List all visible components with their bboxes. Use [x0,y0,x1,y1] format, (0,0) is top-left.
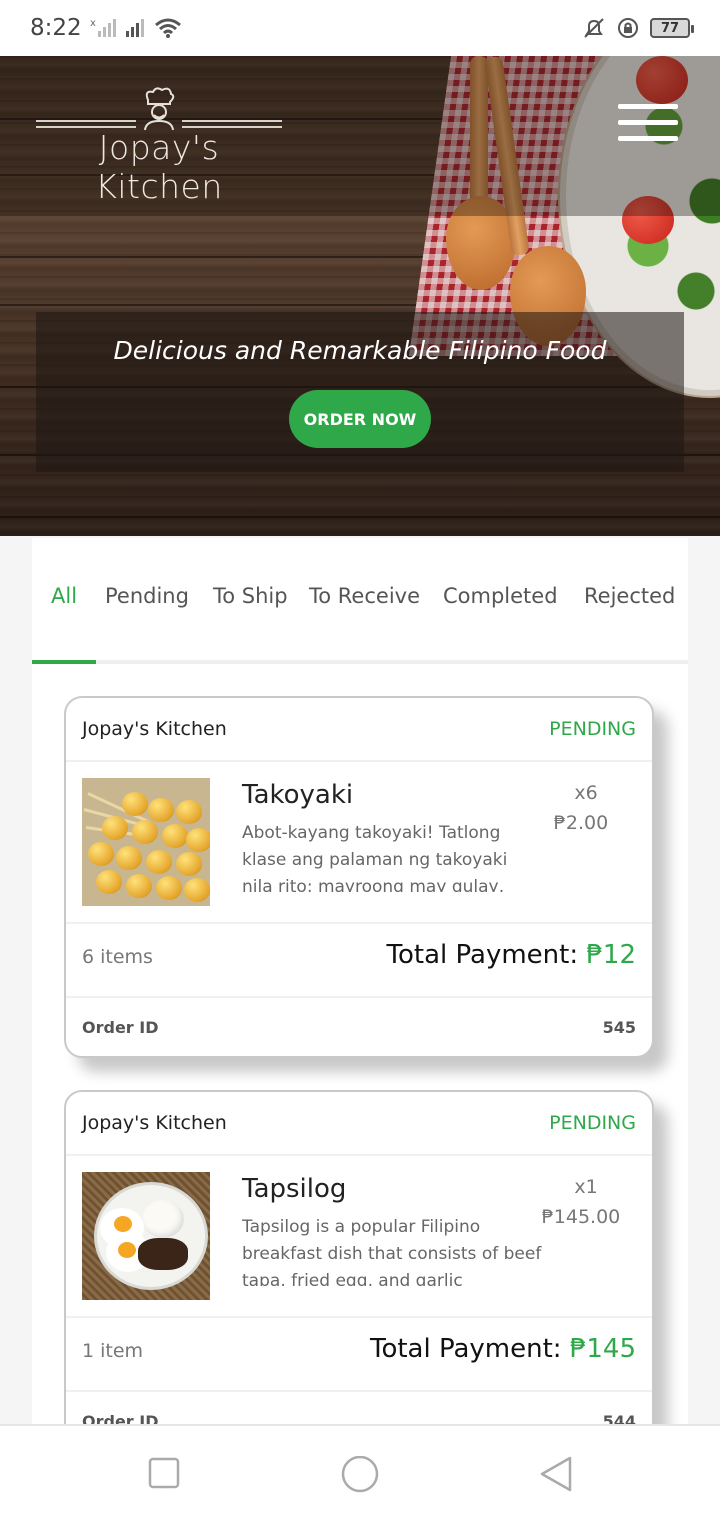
order-status-tabs: All Pending To Ship To Receive Completed… [32,538,688,664]
order-summary: 1 item Total Payment: ₱145 [66,1318,652,1392]
recent-apps-icon[interactable] [148,1456,180,1490]
promo-banner: Delicious and Remarkable Filipino Food O… [36,312,684,472]
product-quantity: x6 [574,782,598,804]
tab-pending[interactable]: Pending [105,584,189,608]
product-price: ₱2.00 [553,812,609,834]
total-payment-amount: ₱12 [586,940,636,970]
hamburger-icon[interactable] [618,104,678,144]
status-badge: PENDING [549,718,636,740]
product-image [82,778,210,906]
lock-rotation-icon [618,18,638,38]
product-image [82,1172,210,1300]
order-item[interactable]: Takoyaki Abot-kayang takoyaki! Tatlong k… [66,762,652,924]
status-bar: 8:22 x 77 [0,0,720,56]
shop-name: Jopay's Kitchen [82,1112,227,1134]
signal-off-icon: x [90,18,116,37]
total-payment-label: Total Payment: [386,940,579,970]
back-icon[interactable] [538,1456,574,1494]
chef-icon [144,87,175,130]
order-card[interactable]: Jopay's Kitchen PENDING Takoyaki Abot-ka… [64,696,654,1058]
status-right-icons: 77 [582,16,694,40]
order-summary: 6 items Total Payment: ₱12 [66,924,652,998]
order-id-value: 545 [602,1018,636,1037]
order-now-button[interactable]: ORDER NOW [289,390,431,448]
shop-name: Jopay's Kitchen [82,718,227,740]
items-count: 6 items [82,946,153,968]
tab-rejected[interactable]: Rejected [584,584,675,608]
items-count: 1 item [82,1340,144,1362]
product-price: ₱145.00 [541,1206,621,1228]
order-id-row: Order ID 545 [66,998,652,1056]
order-card[interactable]: Jopay's Kitchen PENDING Tapsilog Tapsilo… [64,1090,654,1452]
total-payment: Total Payment: ₱12 [387,940,636,970]
tab-to-ship[interactable]: To Ship [213,584,288,608]
product-name: Tapsilog [242,1174,347,1204]
order-item[interactable]: Tapsilog Tapsilog is a popular Filipino … [66,1156,652,1318]
status-badge: PENDING [549,1112,636,1134]
order-header: Jopay's Kitchen PENDING [66,698,652,762]
alarm-off-icon [584,18,604,38]
total-payment-label: Total Payment: [369,1334,562,1364]
product-description: Abot-kayang takoyaki! Tatlong klase ang … [242,823,508,892]
signal-icon [125,19,144,37]
wifi-icon [154,18,181,38]
orders-panel: All Pending To Ship To Receive Completed… [32,538,688,1452]
tab-completed[interactable]: Completed [443,584,558,608]
tab-all[interactable]: All [51,584,77,608]
status-left-icons: x [90,17,182,39]
screen: 8:22 x 77 Jopay's Kitchen Delicious and … [0,0,720,1520]
hero-banner: Jopay's Kitchen Delicious and Remarkable… [0,56,720,536]
product-name: Takoyaki [242,780,354,810]
total-payment: Total Payment: ₱145 [370,1334,636,1364]
product-quantity: x1 [574,1176,598,1198]
active-tab-indicator [32,660,96,664]
battery-icon: 77 [650,18,694,38]
system-nav-bar [0,1424,720,1520]
status-time: 8:22 [30,15,82,41]
tab-to-receive[interactable]: To Receive [309,584,420,608]
product-description: Tapsilog is a popular Filipino breakfast… [242,1217,542,1286]
home-icon[interactable] [340,1456,380,1496]
brand-name: Jopay's Kitchen [95,128,223,206]
total-payment-amount: ₱145 [569,1334,636,1364]
order-id-label: Order ID [82,1018,159,1037]
hero-tagline: Delicious and Remarkable Filipino Food [113,336,607,365]
svg-text:x: x [90,18,96,29]
order-header: Jopay's Kitchen PENDING [66,1092,652,1156]
